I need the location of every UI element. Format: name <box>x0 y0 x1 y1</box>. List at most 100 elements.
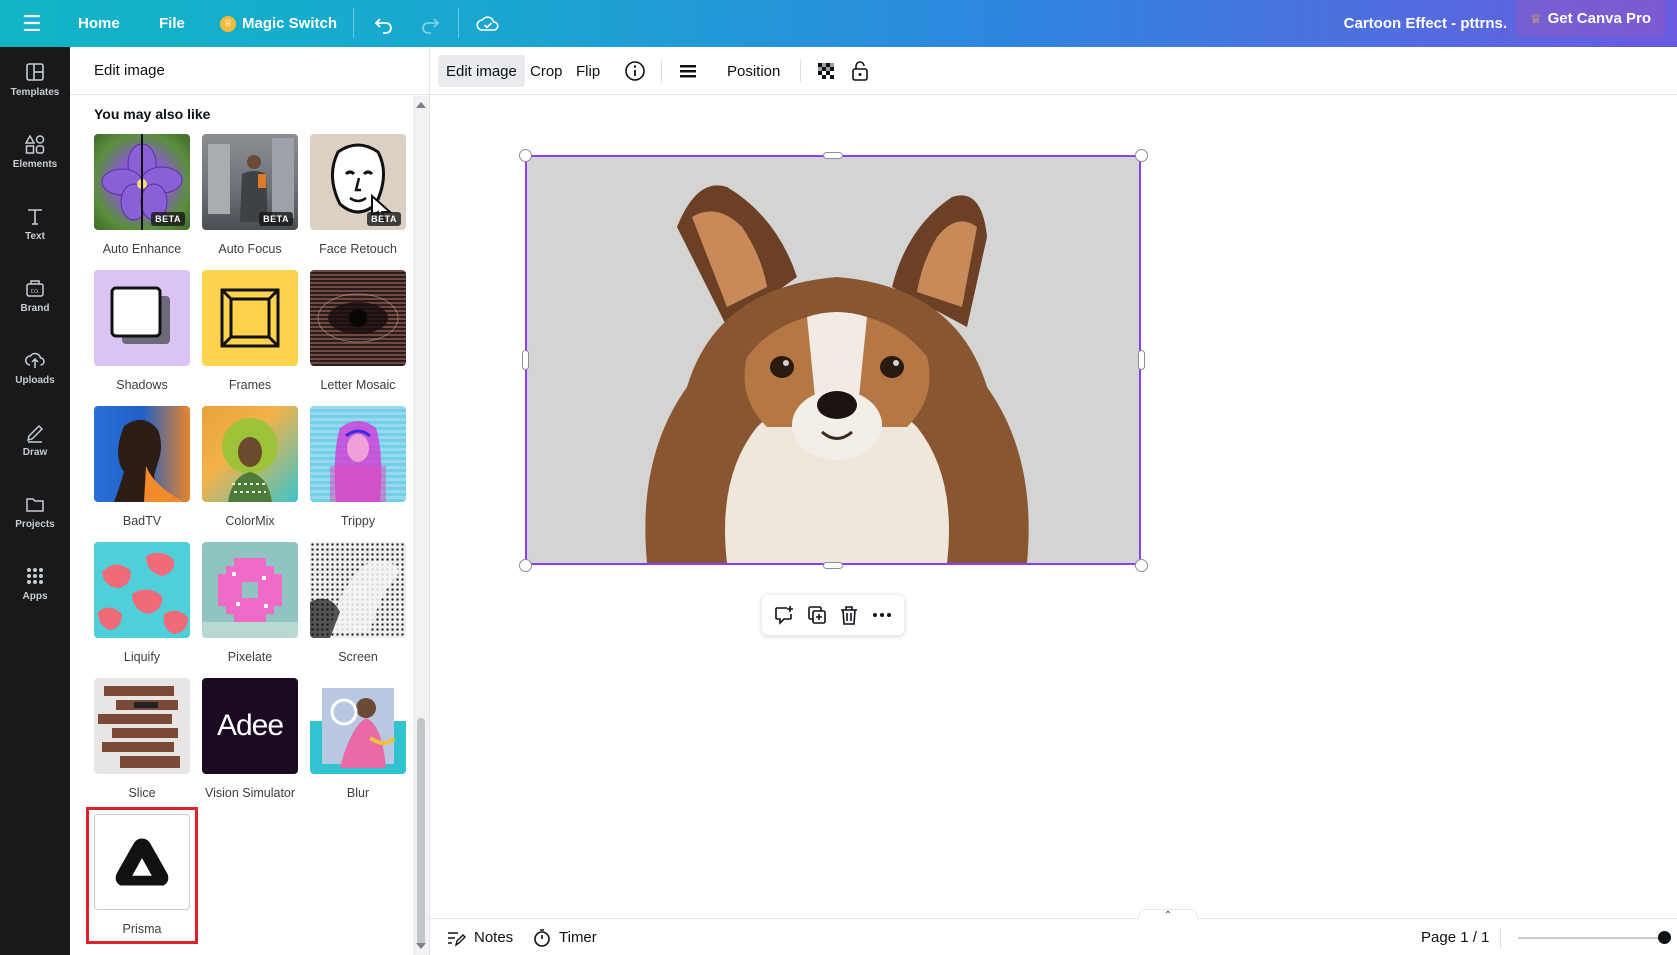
resize-handle-left[interactable] <box>522 350 529 370</box>
tile-auto-enhance[interactable]: BETA Auto Enhance <box>94 134 190 256</box>
rail-item-brand[interactable]: CO. Brand <box>0 263 70 327</box>
tile-label: Liquify <box>123 650 161 664</box>
scroll-up-arrow-icon[interactable] <box>416 102 426 108</box>
letter-mosaic-thumbnail <box>310 270 406 366</box>
comment-icon[interactable] <box>770 601 798 629</box>
vision-simulator-thumbnail: Adee <box>202 678 298 774</box>
cloud-saved-icon[interactable] <box>476 0 500 47</box>
rail-label: Elements <box>12 158 58 170</box>
border-style-icon[interactable] <box>670 55 706 87</box>
tile-blur[interactable]: Blur <box>310 678 406 800</box>
rail-item-draw[interactable]: Draw <box>0 407 70 471</box>
rail-item-elements[interactable]: Elements <box>0 119 70 183</box>
show-pages-chevron-icon[interactable]: ⌃ <box>1138 909 1198 921</box>
notes-icon <box>448 931 466 947</box>
position-button[interactable]: Position <box>719 55 788 87</box>
resize-handle-top-left[interactable] <box>519 149 532 162</box>
get-canva-pro-button[interactable]: ♕ Get Canva Pro <box>1515 0 1665 37</box>
adee-logo-text: Adee <box>216 709 284 742</box>
duplicate-icon[interactable] <box>803 601 831 629</box>
rail-item-apps[interactable]: Apps <box>0 551 70 615</box>
divider <box>661 59 662 83</box>
tile-label: Vision Simulator <box>204 786 296 800</box>
tile-frames[interactable]: Frames <box>202 270 298 392</box>
selected-image[interactable] <box>525 155 1141 565</box>
trash-icon[interactable] <box>835 601 863 629</box>
resize-handle-bottom-right[interactable] <box>1135 559 1148 572</box>
undo-icon[interactable] <box>374 0 394 47</box>
crop-button[interactable]: Crop <box>522 55 571 87</box>
rail-item-text[interactable]: Text <box>0 191 70 255</box>
panel-scrollbar[interactable] <box>413 96 429 955</box>
tile-letter-mosaic[interactable]: Letter Mosaic <box>310 270 406 392</box>
rail-label: Templates <box>10 86 60 98</box>
tile-trippy[interactable]: Trippy <box>310 406 406 528</box>
tile-vision-simulator[interactable]: Adee Vision Simulator <box>202 678 298 800</box>
edit-image-button[interactable]: Edit image <box>438 55 525 87</box>
magic-switch-label: Magic Switch <box>242 15 338 32</box>
menu-icon[interactable]: ☰ <box>22 0 42 47</box>
resize-handle-right[interactable] <box>1138 350 1145 370</box>
rail-label: Draw <box>22 446 48 458</box>
tile-shadows[interactable]: Shadows <box>94 270 190 392</box>
tile-screen[interactable]: Screen <box>310 542 406 664</box>
notes-label: Notes <box>474 929 514 946</box>
uploads-icon <box>25 352 45 368</box>
tile-liquify[interactable]: Liquify <box>94 542 190 664</box>
zoom-slider-knob[interactable] <box>1658 931 1671 944</box>
tile-label: Auto Focus <box>218 242 282 256</box>
blur-thumbnail <box>310 678 406 774</box>
document-title[interactable]: Cartoon Effect - pttrns. <box>1344 0 1507 47</box>
tile-auto-focus[interactable]: BETA Auto Focus <box>202 134 298 256</box>
get-pro-label: Get Canva Pro <box>1547 10 1651 27</box>
tile-pixelate[interactable]: Pixelate <box>202 542 298 664</box>
rail-item-uploads[interactable]: Uploads <box>0 335 70 399</box>
projects-icon <box>26 497 44 512</box>
rail-item-projects[interactable]: Projects <box>0 479 70 543</box>
face-retouch-thumbnail: BETA <box>310 134 406 230</box>
apps-icon <box>27 567 43 584</box>
tile-label: Slice <box>128 786 156 800</box>
file-menu-button[interactable]: File <box>159 0 185 47</box>
dog-photo <box>527 157 1139 563</box>
elements-icon <box>24 133 45 154</box>
tile-badtv[interactable]: BadTV <box>94 406 190 528</box>
frames-thumbnail <box>202 270 298 366</box>
left-rail: Templates Elements Text CO. Brand Upload… <box>0 47 70 955</box>
rail-item-templates[interactable]: Templates <box>0 47 70 111</box>
element-float-toolbar <box>762 595 904 635</box>
slice-thumbnail <box>94 678 190 774</box>
resize-handle-bottom-left[interactable] <box>519 559 532 572</box>
prisma-highlight-box <box>86 807 198 944</box>
resize-handle-top[interactable] <box>823 152 843 159</box>
zoom-slider-track[interactable] <box>1518 937 1668 939</box>
tile-label: Pixelate <box>227 650 273 664</box>
transparency-icon[interactable] <box>808 55 844 87</box>
auto-enhance-thumbnail: BETA <box>94 134 190 230</box>
tile-slice[interactable]: Slice <box>94 678 190 800</box>
tile-label: Screen <box>338 650 378 664</box>
more-options-icon[interactable] <box>868 601 896 629</box>
notes-button[interactable]: Notes <box>446 919 513 955</box>
tile-face-retouch[interactable]: BETA Face Retouch <box>310 134 406 256</box>
tile-label: Trippy <box>340 514 376 528</box>
brand-icon: CO. <box>26 279 44 297</box>
info-icon[interactable] <box>616 55 654 87</box>
top-bar: ☰ Home File ♕ Magic Switch Cartoon Effec… <box>0 0 1677 47</box>
flip-button[interactable]: Flip <box>568 55 608 87</box>
timer-button[interactable]: Timer <box>533 919 597 955</box>
timer-label: Timer <box>559 929 597 946</box>
scroll-down-arrow-icon[interactable] <box>416 943 426 949</box>
rail-label: Uploads <box>15 374 55 386</box>
lock-icon[interactable] <box>842 55 878 87</box>
resize-handle-top-right[interactable] <box>1135 149 1148 162</box>
scroll-thumb[interactable] <box>417 718 425 946</box>
divider <box>458 8 459 38</box>
tile-colormix[interactable]: ColorMix <box>202 406 298 528</box>
page-indicator[interactable]: Page 1 / 1 <box>1421 919 1489 955</box>
home-button[interactable]: Home <box>78 0 120 47</box>
beta-badge: BETA <box>151 212 185 226</box>
resize-handle-bottom[interactable] <box>823 562 843 569</box>
redo-icon[interactable] <box>420 0 440 47</box>
magic-switch-button[interactable]: ♕ Magic Switch <box>220 0 337 47</box>
